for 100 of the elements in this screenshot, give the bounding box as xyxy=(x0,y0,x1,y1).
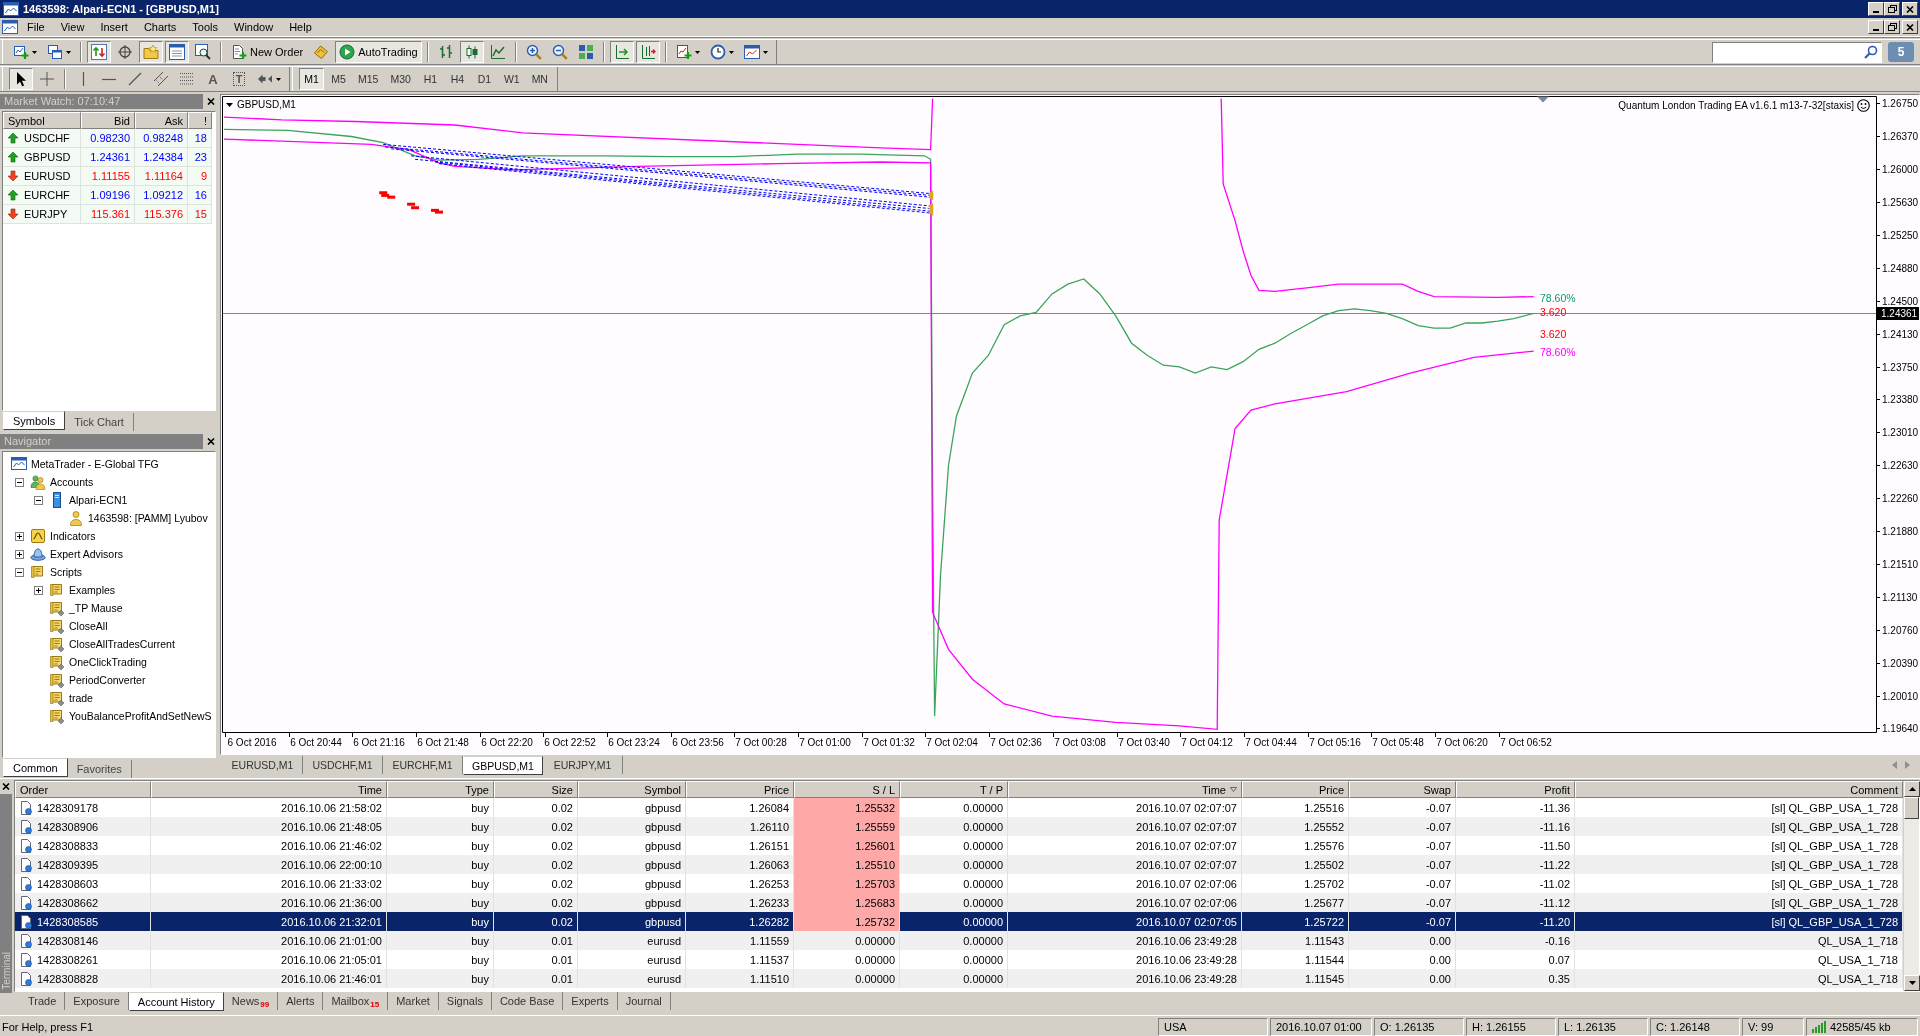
table-cell: 0.98248 xyxy=(135,129,188,148)
status-field: 2016.10.07 01:00 xyxy=(1270,1017,1372,1036)
panel-title: Terminal xyxy=(0,951,12,992)
table-cell: 1.25732 xyxy=(794,912,900,931)
time-label: 7 Oct 03:08 xyxy=(1054,737,1106,748)
table-cell: eurusd xyxy=(578,969,686,988)
price-label: 1.24880 xyxy=(1882,263,1919,274)
time-label: 6 Oct 23:24 xyxy=(608,737,660,748)
time-label: 7 Oct 04:44 xyxy=(1245,737,1297,748)
table-cell: 1.25510 xyxy=(794,855,900,874)
time-label: 7 Oct 06:52 xyxy=(1500,737,1552,748)
table-cell: 18 xyxy=(188,129,212,148)
order-number: 1428308833 xyxy=(37,839,99,852)
time-label: 7 Oct 02:04 xyxy=(926,737,978,748)
count-label: 15 xyxy=(370,1000,380,1009)
price-label: 1.19640 xyxy=(1882,723,1919,734)
order-number: 1428308261 xyxy=(37,953,99,966)
table-cell: 16 xyxy=(188,186,212,205)
table-cell: 2016.10.06 21:46:01 xyxy=(151,969,387,988)
table-cell: buy xyxy=(387,969,494,988)
table-cell: 1.25559 xyxy=(794,817,900,836)
order-number: 1428309395 xyxy=(37,858,99,871)
time-label: 6 Oct 23:56 xyxy=(672,737,724,748)
table-cell: 23 xyxy=(188,148,212,167)
table-cell: 0.00000 xyxy=(794,969,900,988)
status-field: C: 1.26148 xyxy=(1650,1017,1740,1036)
price-label: 1.22630 xyxy=(1882,460,1919,471)
table-cell: 1.24384 xyxy=(135,148,188,167)
traffic-text: 42585/45 kb xyxy=(1830,1020,1891,1033)
price-label: 1.25630 xyxy=(1882,197,1919,208)
count-label: 99 xyxy=(260,1000,270,1009)
price-label: 1.26000 xyxy=(1882,164,1919,175)
chart-symbol: GBPUSD,M1 xyxy=(237,99,296,110)
time-label: 6 Oct 21:16 xyxy=(353,737,405,748)
ref-line-label: 1.24361 xyxy=(1881,308,1918,319)
status-field: L: 1.26135 xyxy=(1558,1017,1648,1036)
price-label: 1.21510 xyxy=(1882,559,1919,570)
time-label: 7 Oct 04:12 xyxy=(1181,737,1233,748)
symbol-name: GBPUSD xyxy=(24,151,71,163)
order-number: 1428309178 xyxy=(37,801,99,814)
panel-title: Market Watch: 07:10:47 xyxy=(0,94,203,109)
table-cell: 0.00 xyxy=(1349,969,1456,988)
table-cell: 1.11545 xyxy=(1242,969,1349,988)
price-label: 1.21880 xyxy=(1882,526,1919,537)
time-label: 7 Oct 01:00 xyxy=(799,737,851,748)
level-label: 3.620 xyxy=(1540,306,1567,318)
time-label: 6 Oct 21:48 xyxy=(417,737,469,748)
table-cell: 2016.10.06 23:49:28 xyxy=(1008,969,1242,988)
price-label: 1.23380 xyxy=(1882,394,1919,405)
table-cell: 1.11164 xyxy=(135,167,188,186)
status-field: H: 1.26155 xyxy=(1466,1017,1556,1036)
table-cell: 1.25683 xyxy=(794,893,900,912)
expert-name: Quantum London Trading EA v1.6.1 m13-7-32[staxis] xyxy=(1618,100,1854,111)
order-number: 1428308585 xyxy=(37,915,99,928)
price-label: 1.23750 xyxy=(1882,362,1919,373)
price-label: 1.21130 xyxy=(1882,592,1918,603)
time-label: 6 Oct 22:20 xyxy=(481,737,533,748)
table-cell: 0.01 xyxy=(494,969,578,988)
price-label: 1.23010 xyxy=(1882,427,1919,438)
price-label: 1.25250 xyxy=(1882,230,1919,241)
time-label: 6 Oct 20:44 xyxy=(290,737,342,748)
price-label: 1.20010 xyxy=(1882,691,1919,702)
table-cell: 115.361 xyxy=(81,205,135,224)
price-label: 1.20760 xyxy=(1882,625,1919,636)
time-label: 7 Oct 05:48 xyxy=(1372,737,1424,748)
table-cell: 15 xyxy=(188,205,212,224)
order-number: 1428308146 xyxy=(37,934,99,947)
table-cell: 0.98230 xyxy=(81,129,135,148)
status-field: O: 1.26135 xyxy=(1374,1017,1464,1036)
window-title: 1463598: Alpari-ECN1 - [GBPUSD,M1] xyxy=(23,3,219,15)
time-label: 7 Oct 00:28 xyxy=(735,737,787,748)
time-label: 7 Oct 05:16 xyxy=(1309,737,1361,748)
price-label: 1.22260 xyxy=(1882,493,1919,504)
time-label: 6 Oct 22:52 xyxy=(544,737,596,748)
time-label: 7 Oct 03:40 xyxy=(1118,737,1170,748)
order-number: 1428308906 xyxy=(37,820,99,833)
table-cell: 0.00000 xyxy=(900,969,1008,988)
order-number: 1428308603 xyxy=(37,877,99,890)
panel-title: Navigator xyxy=(0,434,203,449)
table-cell: 1.09196 xyxy=(81,186,135,205)
symbol-name: EURJPY xyxy=(24,208,68,220)
price-label: 1.20390 xyxy=(1882,658,1919,669)
current-price-label: 1.24361 xyxy=(1877,307,1919,320)
table-cell: 1.11510 xyxy=(686,969,794,988)
symbol-name: EURCHF xyxy=(24,189,70,201)
symbol-name: USDCHF xyxy=(24,132,70,144)
level-label: 78.60% xyxy=(1540,292,1576,304)
table-cell: 1.11155 xyxy=(81,167,135,186)
time-label: 7 Oct 06:20 xyxy=(1436,737,1488,748)
status-field: USA xyxy=(1158,1017,1268,1036)
table-cell: 1.25601 xyxy=(794,836,900,855)
price-label: 1.26750 xyxy=(1882,98,1919,109)
order-number: 1428308662 xyxy=(37,896,99,909)
price-label: 1.24500 xyxy=(1882,296,1919,307)
table-cell: 1.25532 xyxy=(794,798,900,817)
table-cell: 1.09212 xyxy=(135,186,188,205)
time-label: 6 Oct 2016 xyxy=(227,737,277,748)
symbol-name: EURUSD xyxy=(24,170,71,182)
price-label: 1.26370 xyxy=(1882,131,1919,142)
time-label: 7 Oct 02:36 xyxy=(990,737,1042,748)
